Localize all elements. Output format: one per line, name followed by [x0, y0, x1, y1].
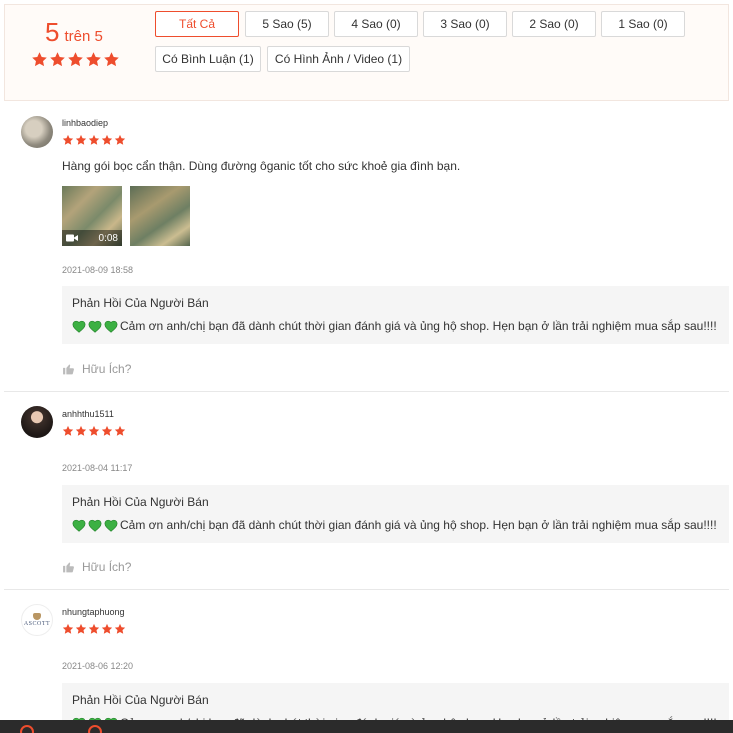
filter-all-button[interactable]: Tất Cả	[155, 11, 239, 37]
star-icon	[101, 623, 113, 635]
seller-reply-body: Cảm ơn anh/chị bạn đã dành chút thời gia…	[72, 518, 717, 532]
star-icon	[62, 425, 74, 437]
filter-with-media-button[interactable]: Có Hình Ảnh / Video (1)	[267, 46, 410, 72]
bottom-overlay-bar	[0, 720, 733, 733]
star-icon	[88, 425, 100, 437]
seller-reply: Phản Hồi Của Người Bán Cảm ơn anh/chị bạ…	[62, 485, 729, 543]
rating-summary: 5 trên 5 Tất Cả 5 Sao (5) 4 Sao (0) 3 Sa…	[4, 4, 729, 101]
hearts	[72, 519, 118, 532]
review-date: 2021-08-04 11:17	[62, 463, 133, 473]
seller-reply-text: Cảm ơn anh/chị bạn đã dành chút thời gia…	[120, 319, 717, 333]
seller-reply-title: Phản Hồi Của Người Bán	[72, 693, 209, 707]
rating-of-label: trên 5	[64, 28, 103, 45]
review-video-thumbnail[interactable]: 0:08	[62, 186, 122, 246]
review-username[interactable]: anhhthu1511	[62, 409, 114, 419]
review-image-thumbnail[interactable]	[130, 186, 190, 246]
star-icon	[75, 425, 87, 437]
filter-3-star-button[interactable]: 3 Sao (0)	[423, 11, 507, 37]
star-icon	[62, 134, 74, 146]
review-stars	[62, 623, 126, 635]
review-date: 2021-08-09 18:58	[62, 265, 134, 275]
video-info-bar: 0:08	[62, 230, 122, 246]
seller-reply-body: Cảm ơn anh/chị bạn đã dành chút thời gia…	[72, 319, 717, 333]
star-icon	[75, 623, 87, 635]
green-heart-icon	[104, 519, 118, 532]
star-icon	[114, 425, 126, 437]
star-icon	[75, 134, 87, 146]
rating-score: 5	[45, 17, 60, 47]
green-heart-icon	[88, 519, 102, 532]
star-icon	[88, 134, 100, 146]
review-divider	[4, 589, 729, 590]
filter-2-star-button[interactable]: 2 Sao (0)	[512, 11, 596, 37]
star-icon	[31, 51, 48, 68]
star-icon	[103, 51, 120, 68]
circle-icon	[20, 725, 34, 733]
helpful-button[interactable]: Hữu Ích?	[62, 362, 131, 376]
review-divider	[4, 391, 729, 392]
star-icon	[88, 623, 100, 635]
hearts	[72, 320, 118, 333]
circle-icon	[88, 725, 102, 733]
video-camera-icon	[66, 234, 78, 242]
seller-reply: Phản Hồi Của Người Bán Cảm ơn anh/chị bạ…	[62, 286, 729, 344]
overall-rating: 5 trên 5	[45, 17, 103, 47]
filter-1-star-button[interactable]: 1 Sao (0)	[601, 11, 685, 37]
star-icon	[101, 425, 113, 437]
green-heart-icon	[88, 320, 102, 333]
avatar-logo-text: ASCOTT	[23, 620, 51, 627]
filter-4-star-button[interactable]: 4 Sao (0)	[334, 11, 418, 37]
video-duration: 0:08	[98, 232, 118, 244]
avatar[interactable]	[21, 406, 53, 438]
review-username[interactable]: linhbaodiep	[62, 118, 108, 128]
helpful-button[interactable]: Hữu Ích?	[62, 560, 131, 574]
green-heart-icon	[104, 320, 118, 333]
green-heart-icon	[72, 519, 86, 532]
overall-stars	[31, 51, 120, 68]
helpful-label: Hữu Ích?	[82, 560, 132, 574]
green-heart-icon	[72, 320, 86, 333]
filter-5-star-button[interactable]: 5 Sao (5)	[245, 11, 329, 37]
review-stars	[62, 425, 126, 437]
star-icon	[101, 134, 113, 146]
seller-reply-text: Cảm ơn anh/chị bạn đã dành chút thời gia…	[120, 518, 717, 532]
thumbs-up-icon	[62, 561, 75, 573]
avatar[interactable]: ASCOTT	[21, 604, 53, 636]
seller-reply-title: Phản Hồi Của Người Bán	[72, 296, 209, 310]
star-icon	[62, 623, 74, 635]
thumbs-up-icon	[62, 363, 75, 375]
review-stars	[62, 134, 126, 146]
star-icon	[49, 51, 66, 68]
star-icon	[85, 51, 102, 68]
helpful-label: Hữu Ích?	[82, 362, 132, 376]
seller-reply-title: Phản Hồi Của Người Bán	[72, 495, 209, 509]
filter-with-comment-button[interactable]: Có Bình Luận (1)	[155, 46, 261, 72]
star-icon	[114, 623, 126, 635]
review-username[interactable]: nhungtaphuong	[62, 607, 125, 617]
crest-icon	[33, 612, 41, 620]
star-icon	[114, 134, 126, 146]
star-icon	[67, 51, 84, 68]
review-date: 2021-08-06 12:20	[62, 661, 134, 671]
review-comment: Hàng gói bọc cẩn thận. Dùng đường ôganic…	[62, 159, 461, 173]
avatar[interactable]	[21, 116, 53, 148]
